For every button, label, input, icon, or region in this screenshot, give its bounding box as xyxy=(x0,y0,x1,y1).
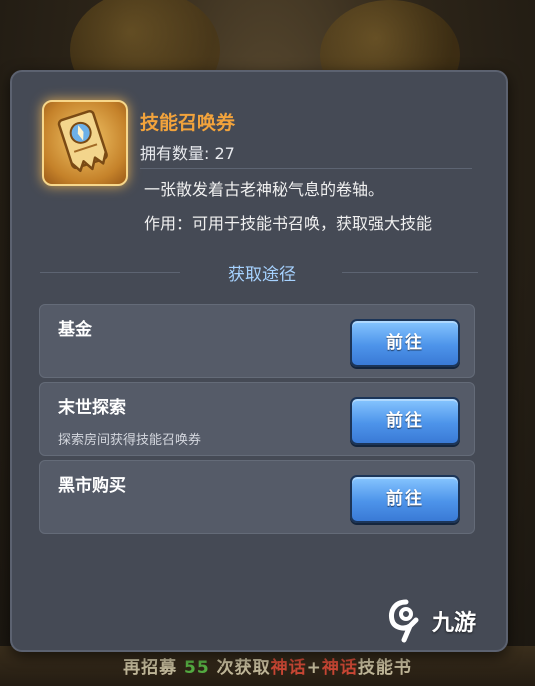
scroll-ticket-icon xyxy=(42,100,128,186)
acquire-section-title: 获取途径 xyxy=(228,265,296,285)
source-subtitle: 探索房间获得技能召唤券 xyxy=(58,433,202,448)
source-title: 基金 xyxy=(58,320,92,340)
recruit-rarity-2: 神话 xyxy=(321,658,358,678)
source-title: 黑市购买 xyxy=(58,476,126,496)
recruit-sep: + xyxy=(306,658,322,678)
recruit-rarity-1: 神话 xyxy=(270,658,307,678)
go-button-exploration[interactable]: 前往 xyxy=(350,397,460,445)
owned-count-row: 拥有数量: 27 xyxy=(140,140,235,164)
jiuyou-logo-icon xyxy=(389,599,419,643)
watermark-text: 九游 xyxy=(432,611,477,636)
header-divider xyxy=(140,168,472,169)
item-description: 一张散发着古老神秘气息的卷轴。 xyxy=(144,180,385,199)
go-button-fund[interactable]: 前往 xyxy=(350,319,460,367)
section-divider-left xyxy=(40,272,180,273)
go-button-black-market[interactable]: 前往 xyxy=(350,475,460,523)
owned-label: 拥有数量: xyxy=(140,144,210,163)
watermark: 九游 xyxy=(386,598,476,644)
recruit-prefix: 再招募 xyxy=(123,658,178,678)
section-divider-right xyxy=(342,272,478,273)
source-row-exploration: 末世探索 探索房间获得技能召唤券 前往 xyxy=(39,382,475,456)
source-row-black-market: 黑市购买 前往 xyxy=(39,460,475,534)
recruit-count: 55 xyxy=(184,658,210,678)
source-row-fund: 基金 前往 xyxy=(39,304,475,378)
item-info-panel: 技能召唤券 拥有数量: 27 一张散发着古老神秘气息的卷轴。 作用：可用于技能书… xyxy=(10,70,508,652)
item-name: 技能召唤券 xyxy=(140,112,236,134)
source-title: 末世探索 xyxy=(58,398,126,418)
item-usage: 作用：可用于技能书召唤，获取强大技能 xyxy=(144,214,433,233)
recruit-suffix: 技能书 xyxy=(357,658,412,678)
background-recruit-text: 再招募 55 次获取神话+神话技能书 xyxy=(0,653,535,678)
recruit-mid: 次获取 xyxy=(216,658,271,678)
owned-count: 27 xyxy=(214,144,235,163)
